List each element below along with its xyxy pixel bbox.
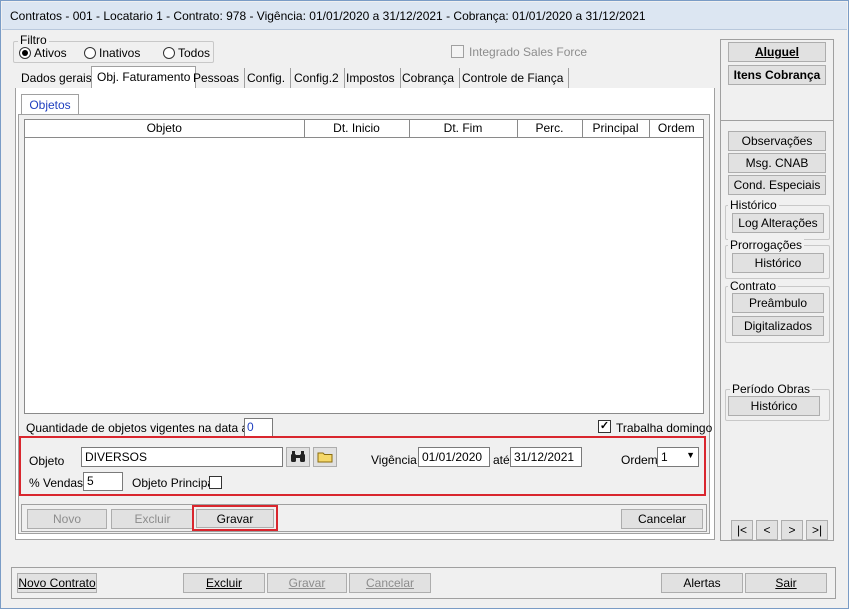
vigencia-inicio-field[interactable]: 01/01/2020 bbox=[418, 447, 490, 467]
vigencia-label: Vigência bbox=[371, 453, 417, 467]
prorrogacoes-group-label: Prorrogações bbox=[728, 238, 805, 252]
digitalizados-button[interactable]: Digitalizados bbox=[732, 316, 824, 336]
tab-config[interactable]: Config. bbox=[242, 68, 292, 88]
radio-todos[interactable]: Todos bbox=[163, 46, 210, 60]
objeto-principal-checkbox[interactable] bbox=[209, 476, 222, 489]
subtab-objetos[interactable]: Objetos bbox=[21, 94, 79, 115]
sair-button[interactable]: Sair bbox=[745, 573, 827, 593]
objeto-label: Objeto bbox=[29, 454, 65, 468]
radio-ativos[interactable]: Ativos bbox=[19, 46, 67, 60]
radio-inativos-icon bbox=[84, 47, 96, 59]
tab-dados-gerais[interactable]: Dados gerais bbox=[16, 68, 98, 88]
alertas-button[interactable]: Alertas bbox=[661, 573, 743, 593]
contracts-window: Contratos - 001 - Locatario 1 - Contrato… bbox=[0, 0, 849, 609]
radio-todos-icon bbox=[163, 47, 175, 59]
vigencia-fim-field[interactable]: 31/12/2021 bbox=[510, 447, 582, 467]
trabalha-domingo-checkbox[interactable]: ✓ bbox=[598, 420, 611, 433]
quantidade-field[interactable]: 0 bbox=[244, 418, 273, 437]
chevron-down-icon: ▼ bbox=[686, 450, 695, 460]
col-principal[interactable]: Principal bbox=[582, 120, 650, 138]
col-ordem[interactable]: Ordem bbox=[649, 120, 703, 138]
radio-ativos-icon bbox=[19, 47, 31, 59]
bottom-cancelar-button[interactable]: Cancelar bbox=[349, 573, 431, 593]
cancelar-button[interactable]: Cancelar bbox=[621, 509, 703, 529]
objeto-field[interactable]: DIVERSOS bbox=[81, 447, 283, 467]
tab-config2[interactable]: Config.2 bbox=[289, 68, 345, 88]
integrado-checkbox[interactable] bbox=[451, 45, 464, 58]
open-folder-button[interactable] bbox=[313, 447, 337, 467]
ordem-select[interactable]: 1 ▼ bbox=[657, 447, 699, 467]
nav-prev-button[interactable]: < bbox=[756, 520, 778, 540]
periodo-obras-historico-button[interactable]: Histórico bbox=[728, 396, 820, 416]
contrato-group-label: Contrato bbox=[728, 279, 779, 293]
filter-label: Filtro bbox=[18, 33, 49, 47]
novo-contrato-button[interactable]: Novo Contrato bbox=[17, 573, 97, 593]
trabalha-domingo-label: Trabalha domingo bbox=[616, 421, 713, 435]
prorrogacoes-historico-button[interactable]: Histórico bbox=[732, 253, 824, 273]
right-divider bbox=[721, 120, 833, 121]
tab-cobranca[interactable]: Cobrança bbox=[397, 68, 461, 88]
periodo-obras-group-label: Período Obras bbox=[730, 382, 813, 396]
gravar-button[interactable]: Gravar bbox=[196, 509, 274, 528]
tab-obj-faturamento[interactable]: Obj. Faturamento bbox=[91, 66, 197, 89]
nav-next-button[interactable]: > bbox=[781, 520, 803, 540]
cond-especiais-button[interactable]: Cond. Especiais bbox=[728, 175, 826, 195]
radio-todos-label: Todos bbox=[178, 46, 211, 60]
col-objeto[interactable]: Objeto bbox=[25, 120, 305, 138]
ordem-value: 1 bbox=[661, 450, 668, 464]
vendas-field[interactable]: 5 bbox=[83, 472, 123, 491]
objeto-principal-label: Objeto Principal bbox=[132, 476, 217, 490]
itens-cobranca-button[interactable]: Itens Cobrança bbox=[728, 65, 826, 85]
novo-button[interactable]: Novo bbox=[27, 509, 107, 529]
search-objeto-button[interactable] bbox=[286, 447, 310, 467]
msg-cnab-button[interactable]: Msg. CNAB bbox=[728, 153, 826, 173]
radio-inativos[interactable]: Inativos bbox=[84, 46, 140, 60]
folder-icon bbox=[317, 452, 333, 463]
nav-first-button[interactable]: |< bbox=[731, 520, 753, 540]
radio-inativos-label: Inativos bbox=[99, 46, 141, 60]
quantidade-label: Quantidade de objetos vigentes na data a… bbox=[26, 421, 268, 435]
tab-pessoas[interactable]: Pessoas bbox=[188, 68, 246, 88]
bottom-gravar-button[interactable]: Gravar bbox=[267, 573, 347, 593]
objects-grid[interactable] bbox=[24, 119, 704, 414]
aluguel-button[interactable]: Aluguel bbox=[728, 42, 826, 62]
vendas-label: % Vendas bbox=[29, 476, 84, 490]
col-dt-inicio[interactable]: Dt. Inicio bbox=[304, 120, 410, 138]
radio-ativos-label: Ativos bbox=[34, 46, 67, 60]
log-alteracoes-button[interactable]: Log Alterações bbox=[732, 213, 824, 233]
excluir-button[interactable]: Excluir bbox=[111, 509, 194, 529]
window-title: Contratos - 001 - Locatario 1 - Contrato… bbox=[2, 2, 847, 30]
tab-impostos[interactable]: Impostos bbox=[341, 68, 401, 88]
bottom-excluir-button[interactable]: Excluir bbox=[183, 573, 265, 593]
ate-label: até bbox=[493, 453, 510, 467]
binoculars-icon bbox=[291, 451, 305, 462]
tab-controle-fianca[interactable]: Controle de Fiança bbox=[457, 68, 570, 88]
observacoes-button[interactable]: Observações bbox=[728, 131, 826, 151]
objects-grid-header: Objeto Dt. Inicio Dt. Fim Perc. Principa… bbox=[25, 120, 703, 138]
col-dt-fim[interactable]: Dt. Fim bbox=[409, 120, 518, 138]
historico-group-label: Histórico bbox=[728, 198, 779, 212]
preambulo-button[interactable]: Preâmbulo bbox=[732, 293, 824, 313]
integrado-label: Integrado Sales Force bbox=[469, 45, 588, 59]
col-perc[interactable]: Perc. bbox=[517, 120, 583, 138]
nav-last-button[interactable]: >| bbox=[806, 520, 828, 540]
ordem-label: Ordem bbox=[621, 453, 658, 467]
